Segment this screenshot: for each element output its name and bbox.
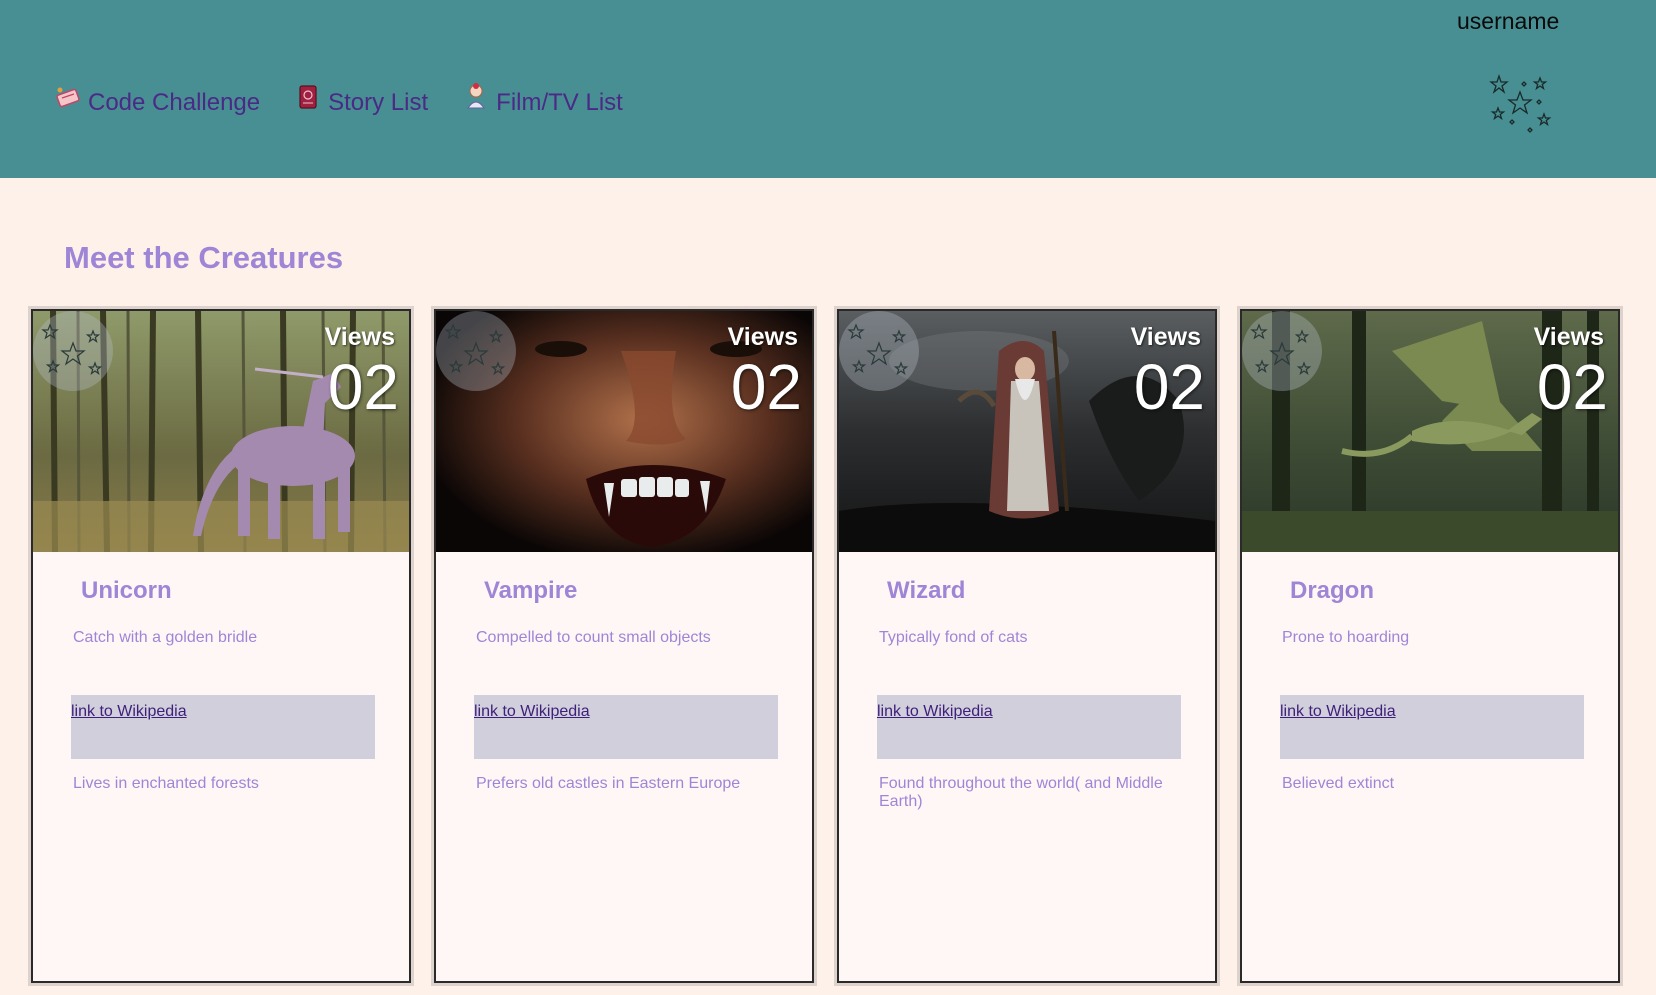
nav-code-challenge-label: Code Challenge xyxy=(88,89,261,116)
creature-habitat: Believed extinct xyxy=(1282,775,1395,792)
stars-icon[interactable] xyxy=(1484,72,1554,138)
wikipedia-link-box: link to Wikipedia xyxy=(474,695,778,759)
favorite-stars-badge[interactable] xyxy=(839,311,919,391)
views-label: Views xyxy=(1130,323,1201,351)
creature-habitat: Prefers old castles in Eastern Europe xyxy=(476,775,741,792)
page-title: Meet the Creatures xyxy=(64,240,344,275)
favorite-stars-badge[interactable] xyxy=(1242,311,1322,391)
unicorn-image: Views 02 xyxy=(33,311,409,552)
username-label[interactable]: username xyxy=(1457,8,1559,35)
nav-story-list-label: Story List xyxy=(328,89,429,116)
favorite-stars-badge[interactable] xyxy=(436,311,516,391)
creature-card-dragon: Views 02 Dragon Prone to hoarding link t… xyxy=(1240,309,1620,983)
creature-name: Dragon xyxy=(1290,577,1374,604)
creature-card-vampire: Views 02 Vampire Compelled to count smal… xyxy=(434,309,814,983)
nav-code-challenge[interactable]: Code Challenge xyxy=(54,87,261,118)
dragon-image: Views 02 xyxy=(1242,311,1618,552)
nav-film-tv-list[interactable]: Film/TV List xyxy=(462,83,623,118)
views-label: Views xyxy=(324,323,395,351)
book-icon xyxy=(294,82,322,112)
wikipedia-link-box: link to Wikipedia xyxy=(1280,695,1584,759)
main-nav: Code Challenge Story List Film/TV List xyxy=(54,83,657,118)
wikipedia-link[interactable]: link to Wikipedia xyxy=(474,703,590,721)
creature-habitat: Found throughout the world( and Middle E… xyxy=(879,775,1163,810)
code-scroll-icon xyxy=(54,82,82,112)
creature-fact: Prone to hoarding xyxy=(1282,629,1410,646)
creature-card-unicorn: Views 02 Unicorn Catch with a golden bri… xyxy=(31,309,411,983)
creature-fact: Catch with a golden bridle xyxy=(73,629,258,646)
wizard-image: Views 02 xyxy=(839,311,1215,552)
creature-name: Vampire xyxy=(484,577,578,604)
views-count: 02 xyxy=(1536,351,1608,423)
creature-card-wizard: Views 02 Wizard Typically fond of cats l… xyxy=(837,309,1217,983)
creature-fact: Typically fond of cats xyxy=(879,629,1028,646)
creature-fact: Compelled to count small objects xyxy=(476,629,711,646)
wikipedia-link[interactable]: link to Wikipedia xyxy=(1280,703,1396,721)
views-count: 02 xyxy=(730,351,802,423)
wikipedia-link[interactable]: link to Wikipedia xyxy=(71,703,187,721)
nav-story-list[interactable]: Story List xyxy=(294,85,429,118)
wikipedia-link-box: link to Wikipedia xyxy=(71,695,375,759)
favorite-stars-badge[interactable] xyxy=(33,311,113,391)
views-count: 02 xyxy=(1133,351,1205,423)
film-character-icon xyxy=(462,82,490,112)
creature-habitat: Lives in enchanted forests xyxy=(73,775,259,792)
views-count: 02 xyxy=(327,351,399,423)
vampire-image: Views 02 xyxy=(436,311,812,552)
nav-film-tv-list-label: Film/TV List xyxy=(496,89,623,116)
wikipedia-link[interactable]: link to Wikipedia xyxy=(877,703,993,721)
wikipedia-link-box: link to Wikipedia xyxy=(877,695,1181,759)
creature-name: Unicorn xyxy=(81,577,172,604)
views-label: Views xyxy=(727,323,798,351)
creature-cards: Views 02 Unicorn Catch with a golden bri… xyxy=(31,309,1620,983)
top-header: username Code Challenge Story List Film/… xyxy=(0,0,1656,178)
creature-name: Wizard xyxy=(887,577,966,604)
views-label: Views xyxy=(1533,323,1604,351)
